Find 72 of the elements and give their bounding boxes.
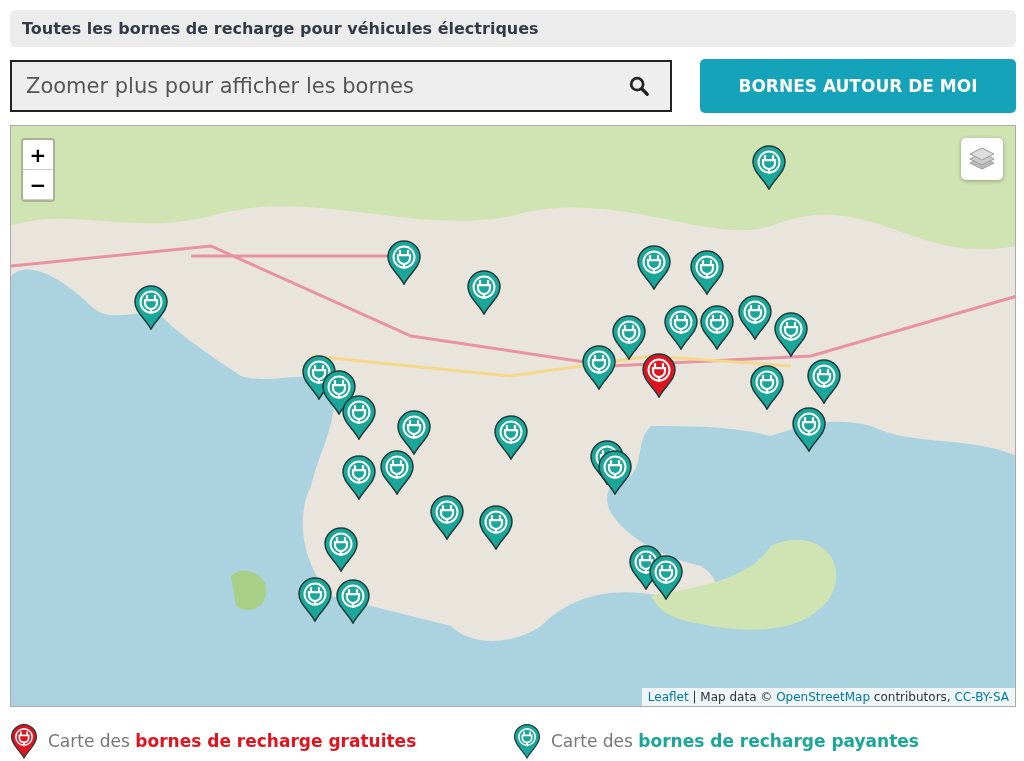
island-shape — [231, 570, 267, 610]
charging-pin-icon — [133, 284, 169, 331]
openstreetmap-link[interactable]: OpenStreetMap — [776, 690, 870, 704]
charging-marker[interactable] — [737, 294, 773, 340]
charging-pin-icon — [689, 249, 725, 296]
charging-marker[interactable] — [396, 409, 432, 455]
charging-pin-icon — [773, 311, 809, 358]
charging-pin-icon — [791, 406, 827, 453]
charging-pin-icon — [611, 314, 647, 361]
charging-marker[interactable] — [335, 578, 371, 624]
charging-marker[interactable] — [581, 344, 617, 390]
charging-marker[interactable] — [133, 284, 169, 330]
charging-pin-icon — [323, 526, 359, 573]
charging-pin-icon — [466, 269, 502, 316]
charging-pin-icon — [341, 394, 377, 441]
charging-pin-icon — [581, 344, 617, 391]
charging-marker[interactable] — [749, 364, 785, 410]
charging-pin-icon — [429, 494, 465, 541]
search-input[interactable]: Zoomer plus pour afficher les bornes — [24, 73, 628, 99]
charging-marker[interactable] — [791, 406, 827, 452]
charging-marker[interactable] — [323, 526, 359, 572]
charging-pin-icon — [737, 294, 773, 341]
charging-marker[interactable] — [636, 244, 672, 290]
nearby-button[interactable]: BORNES AUTOUR DE MOI — [700, 59, 1016, 113]
charging-marker[interactable] — [429, 494, 465, 540]
charging-marker[interactable] — [379, 449, 415, 495]
charging-pin-icon — [641, 352, 677, 399]
charging-pin-icon — [663, 304, 699, 351]
charging-marker[interactable] — [806, 358, 842, 404]
charging-marker[interactable] — [493, 414, 529, 460]
charging-pin-icon — [379, 449, 415, 496]
legend-link[interactable]: Carte des bornes de recharge payantes — [551, 730, 919, 751]
charging-pin-icon — [478, 504, 514, 551]
search-field[interactable]: Zoomer plus pour afficher les bornes — [10, 60, 672, 112]
charging-marker[interactable] — [773, 311, 809, 357]
charging-pin-icon — [396, 409, 432, 456]
charging-pin-icon — [751, 144, 787, 191]
charging-marker[interactable] — [297, 576, 333, 622]
charging-pin-icon — [749, 364, 785, 411]
page-title: Toutes les bornes de recharge pour véhicules électriques — [10, 10, 1016, 47]
charging-marker[interactable] — [689, 249, 725, 295]
charging-marker[interactable] — [386, 239, 422, 285]
map-attribution: Leaflet | Map data © OpenStreetMap contributors, CC-BY-SA — [641, 688, 1015, 706]
charging-marker[interactable] — [597, 449, 633, 495]
license-link[interactable]: CC-BY-SA — [954, 690, 1009, 704]
charging-marker[interactable] — [341, 454, 377, 500]
charging-marker[interactable] — [478, 504, 514, 550]
charging-pin-icon — [10, 723, 38, 759]
charging-pin-icon — [597, 449, 633, 496]
search-icon[interactable] — [628, 75, 650, 97]
charging-marker[interactable] — [699, 304, 735, 350]
charging-pin-icon — [806, 358, 842, 405]
charging-pin-icon — [386, 239, 422, 286]
legend-link[interactable]: Carte des bornes de recharge gratuites — [48, 730, 417, 751]
charging-pin-icon — [335, 578, 371, 625]
charging-pin-icon — [513, 723, 541, 759]
charging-marker[interactable] — [648, 554, 684, 600]
charging-pin-icon — [648, 554, 684, 601]
zoom-in-button[interactable]: + — [23, 140, 53, 170]
charging-marker[interactable] — [751, 144, 787, 190]
charging-pin-icon — [297, 576, 333, 623]
zoom-out-button[interactable]: − — [23, 170, 53, 200]
charging-marker[interactable] — [466, 269, 502, 315]
leaflet-link[interactable]: Leaflet — [647, 690, 689, 704]
charging-pin-icon — [493, 414, 529, 461]
charging-marker[interactable] — [663, 304, 699, 350]
charging-marker[interactable] — [641, 352, 677, 398]
charging-marker[interactable] — [611, 314, 647, 360]
charging-pin-icon — [636, 244, 672, 291]
charging-pin-icon — [341, 454, 377, 501]
charging-pin-icon — [699, 304, 735, 351]
charging-marker[interactable] — [341, 394, 377, 440]
